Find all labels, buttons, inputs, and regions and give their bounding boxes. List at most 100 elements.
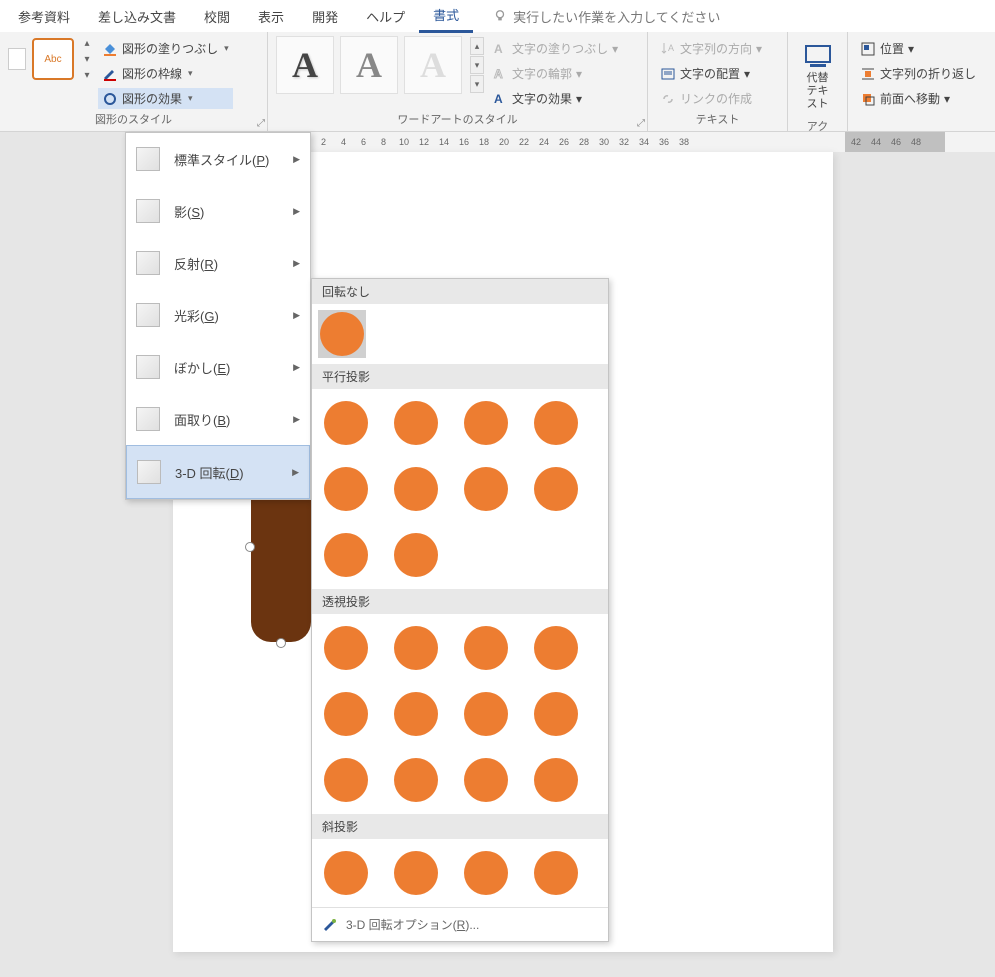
- text-direction-button[interactable]: A 文字列の方向▾: [656, 38, 766, 59]
- text-fill-icon: A: [492, 41, 508, 57]
- resize-handle-bottom[interactable]: [276, 638, 286, 648]
- reflection-icon: [136, 251, 160, 275]
- rotation-parallel-thumb-2[interactable]: [462, 399, 510, 447]
- rotation-perspective-thumb-3[interactable]: [532, 624, 580, 672]
- rotation-parallel-thumb-3[interactable]: [532, 399, 580, 447]
- effects-reflection-item[interactable]: 反射(R) ▶: [126, 237, 310, 289]
- effects-3d-rotation-item[interactable]: 3-D 回転(D) ▶: [126, 445, 310, 499]
- text-align-icon: [660, 66, 676, 82]
- section-parallel: 平行投影: [312, 364, 608, 389]
- effects-glow-item[interactable]: 光彩(G) ▶: [126, 289, 310, 341]
- text-direction-icon: A: [660, 41, 676, 57]
- rotation-perspective-thumb-4[interactable]: [322, 690, 370, 738]
- rotation-options-button[interactable]: 3-D 回転オプション(R)...: [312, 907, 608, 941]
- effects-softedge-item[interactable]: ぼかし(E) ▶: [126, 341, 310, 393]
- rotation-parallel-thumb-6[interactable]: [462, 465, 510, 513]
- rotation-perspective-thumb-8[interactable]: [322, 756, 370, 804]
- position-button[interactable]: 位置▾: [856, 38, 980, 59]
- rotation-oblique-thumb-1[interactable]: [392, 849, 440, 897]
- position-icon: [860, 41, 876, 57]
- section-perspective: 透視投影: [312, 589, 608, 614]
- tell-me-search[interactable]: 実行したい作業を入力してください: [493, 7, 720, 26]
- rotation-perspective-thumb-0[interactable]: [322, 624, 370, 672]
- rotation-none-thumb[interactable]: [318, 310, 366, 358]
- shape-outline-button[interactable]: 図形の枠線▾: [98, 63, 233, 84]
- tab-bar: 参考資料 差し込み文書 校閲 表示 開発 ヘルプ 書式 実行したい作業を入力して…: [0, 0, 995, 32]
- tab-format[interactable]: 書式: [419, 0, 473, 33]
- shadow-icon: [136, 199, 160, 223]
- tab-help[interactable]: ヘルプ: [352, 1, 419, 32]
- rotation-perspective-thumb-5[interactable]: [392, 690, 440, 738]
- shape-fill-button[interactable]: 図形の塗りつぶし▾: [98, 38, 233, 59]
- text-group-label: テキスト: [656, 109, 779, 129]
- wordart-preset-1[interactable]: A: [276, 36, 334, 94]
- section-oblique: 斜投影: [312, 814, 608, 839]
- rotation-perspective-thumb-2[interactable]: [462, 624, 510, 672]
- svg-text:A: A: [494, 42, 503, 56]
- pen-icon: [102, 66, 118, 82]
- text-align-button[interactable]: 文字の配置▾: [656, 63, 766, 84]
- create-link-button[interactable]: リンクの作成: [656, 88, 766, 109]
- rotation-parallel-thumb-7[interactable]: [532, 465, 580, 513]
- wordart-up[interactable]: ▴: [470, 37, 484, 55]
- preset-icon: [136, 147, 160, 171]
- rotation-oblique-thumb-2[interactable]: [462, 849, 510, 897]
- arrange-group: 位置▾ 文字列の折り返し 前面へ移動▾: [848, 32, 995, 131]
- text-group: A 文字列の方向▾ 文字の配置▾ リンクの作成 テキスト: [648, 32, 788, 131]
- bring-forward-button[interactable]: 前面へ移動▾: [856, 88, 980, 109]
- shape-effects-menu: 標準スタイル(P) ▶ 影(S) ▶ 反射(R) ▶ 光彩(G) ▶ ぼかし(E…: [125, 132, 311, 500]
- svg-text:A: A: [494, 67, 503, 81]
- rotation-perspective-thumb-11[interactable]: [532, 756, 580, 804]
- tab-view[interactable]: 表示: [244, 1, 298, 32]
- svg-text:A: A: [494, 92, 503, 106]
- shape-style-preset[interactable]: Abc: [32, 38, 74, 80]
- shape-styles-launcher[interactable]: ⤢: [257, 118, 265, 129]
- effects-shadow-item[interactable]: 影(S) ▶: [126, 185, 310, 237]
- shape-style-thumb[interactable]: [8, 48, 26, 70]
- bevel-icon: [136, 407, 160, 431]
- wordart-styles-group: A A A ▴ ▾ ▾ A 文字の塗りつぶし▾ A 文字の輪郭▾: [268, 32, 648, 131]
- wordart-down[interactable]: ▾: [470, 56, 484, 74]
- shape-effects-button[interactable]: 図形の効果▾: [98, 88, 233, 109]
- options-icon: [322, 917, 338, 933]
- wordart-label: ワードアートのスタイル: [276, 109, 639, 129]
- svg-text:A: A: [668, 43, 674, 53]
- text-outline-button[interactable]: A 文字の輪郭▾: [488, 63, 622, 84]
- wordart-launcher[interactable]: ⤢: [637, 118, 645, 129]
- rotation-parallel-thumb-5[interactable]: [392, 465, 440, 513]
- wrap-text-button[interactable]: 文字列の折り返し: [856, 63, 980, 84]
- rotation-parallel-thumb-0[interactable]: [322, 399, 370, 447]
- rotation-perspective-thumb-1[interactable]: [392, 624, 440, 672]
- rotation-parallel-thumb-1[interactable]: [392, 399, 440, 447]
- tab-review[interactable]: 校閲: [190, 1, 244, 32]
- effects-preset-item[interactable]: 標準スタイル(P) ▶: [126, 133, 310, 185]
- style-gallery-up[interactable]: ▴: [80, 36, 94, 50]
- style-gallery-more[interactable]: ▾: [80, 68, 94, 82]
- rotation-parallel-thumb-4[interactable]: [322, 465, 370, 513]
- effects-bevel-item[interactable]: 面取り(B) ▶: [126, 393, 310, 445]
- wordart-preset-2[interactable]: A: [340, 36, 398, 94]
- link-icon: [660, 91, 676, 107]
- rotation-perspective-thumb-6[interactable]: [462, 690, 510, 738]
- rotation-perspective-thumb-7[interactable]: [532, 690, 580, 738]
- alt-text-button[interactable]: 代替テキスト: [794, 36, 842, 116]
- text-effects-button[interactable]: A 文字の効果▾: [488, 88, 622, 109]
- rotation-perspective-thumb-10[interactable]: [462, 756, 510, 804]
- rotation-3d-icon: [137, 460, 161, 484]
- rotation-parallel-thumb-8[interactable]: [322, 531, 370, 579]
- rotation-oblique-thumb-3[interactable]: [532, 849, 580, 897]
- text-fill-button[interactable]: A 文字の塗りつぶし▾: [488, 38, 622, 59]
- tab-developer[interactable]: 開発: [298, 1, 352, 32]
- wordart-more[interactable]: ▾: [470, 75, 484, 93]
- style-gallery-down[interactable]: ▾: [80, 52, 94, 66]
- text-outline-icon: A: [492, 66, 508, 82]
- text-effects-icon: A: [492, 91, 508, 107]
- rotation-oblique-thumb-0[interactable]: [322, 849, 370, 897]
- tab-mailings[interactable]: 差し込み文書: [84, 1, 190, 32]
- resize-handle-left[interactable]: [245, 542, 255, 552]
- rotation-perspective-thumb-9[interactable]: [392, 756, 440, 804]
- rotation-parallel-thumb-9[interactable]: [392, 531, 440, 579]
- tab-references[interactable]: 参考資料: [4, 1, 84, 32]
- wordart-preset-3[interactable]: A: [404, 36, 462, 94]
- softedge-icon: [136, 355, 160, 379]
